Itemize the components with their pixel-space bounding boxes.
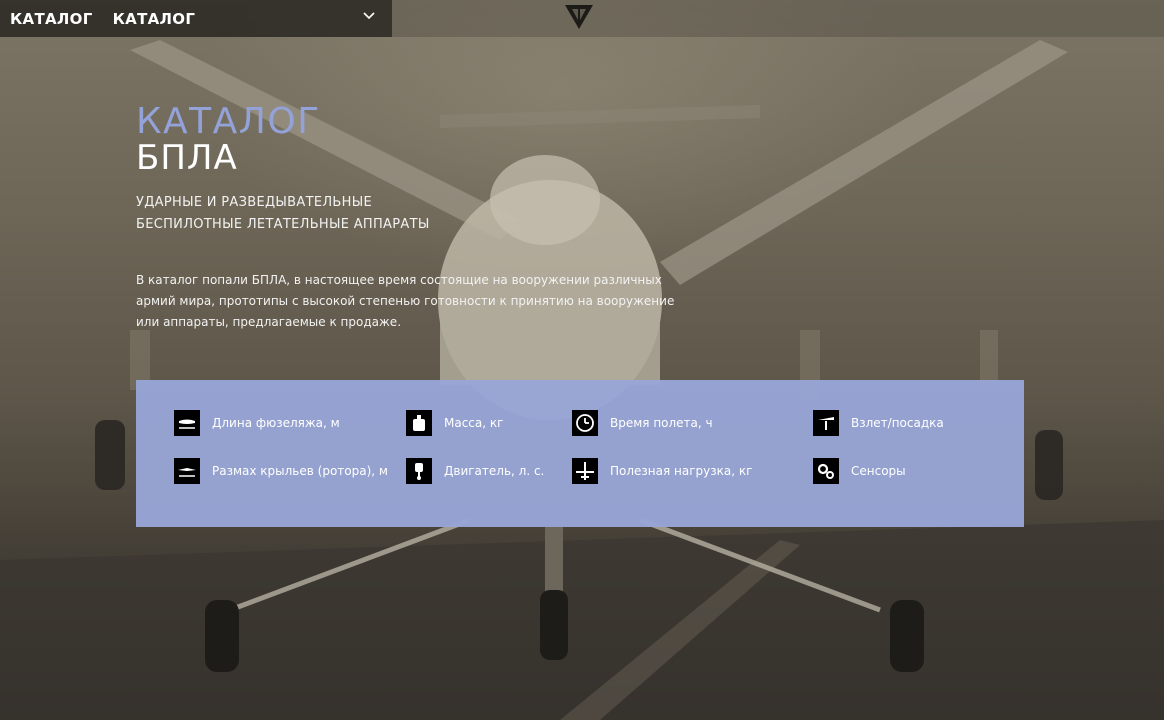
legend-label: Масса, кг bbox=[444, 416, 504, 430]
subtitle-line: БЕСПИЛОТНЫЕ ЛЕТАТЕЛЬНЫЕ АППАРАТЫ bbox=[136, 217, 430, 232]
engine-icon bbox=[406, 458, 432, 484]
subtitle-line: УДАРНЫЕ И РАЗВЕДЫВАТЕЛЬНЫЕ bbox=[136, 195, 373, 210]
nav-title-primary[interactable]: КАТАЛОГ bbox=[10, 10, 93, 28]
legend-label: Взлет/посадка bbox=[851, 416, 944, 430]
chevron-down-icon[interactable] bbox=[362, 9, 376, 23]
legend-item-payload: Полезная нагрузка, кг bbox=[572, 457, 752, 485]
payload-icon bbox=[572, 458, 598, 484]
legend-label: Время полета, ч bbox=[610, 416, 713, 430]
page-title-bpla: БПЛА bbox=[136, 138, 238, 178]
wingspan-icon bbox=[174, 458, 200, 484]
legend-item-takeoff-landing: Взлет/посадка bbox=[813, 409, 944, 437]
legend-item-fuselage-length: Длина фюзеляжа, м bbox=[174, 409, 340, 437]
legend-label: Полезная нагрузка, кг bbox=[610, 464, 753, 478]
description-line: или аппараты, предлагаемые к продаже. bbox=[136, 315, 402, 329]
sensors-icon bbox=[813, 458, 839, 484]
legend-panel: Длина фюзеляжа, м Масса, кг Время полета… bbox=[136, 380, 1024, 527]
top-bar: КАТАЛОГ КАТАЛОГ bbox=[0, 0, 1164, 37]
clock-icon bbox=[572, 410, 598, 436]
legend-item-weight: Масса, кг bbox=[406, 409, 503, 437]
legend-label: Двигатель, л. с. bbox=[444, 464, 545, 478]
weight-icon bbox=[406, 410, 432, 436]
fuselage-length-icon bbox=[174, 410, 200, 436]
triangle-logo-icon[interactable] bbox=[564, 2, 594, 30]
legend-label: Длина фюзеляжа, м bbox=[212, 416, 340, 430]
description-line: В каталог попали БПЛА, в настоящее время… bbox=[136, 273, 662, 287]
nav-title-secondary[interactable]: КАТАЛОГ bbox=[113, 10, 196, 28]
legend-item-flight-time: Время полета, ч bbox=[572, 409, 713, 437]
legend-label: Сенсоры bbox=[851, 464, 906, 478]
catalog-description: В каталог попали БПЛА, в настоящее время… bbox=[136, 270, 696, 333]
takeoff-landing-icon bbox=[813, 410, 839, 436]
page-subtitle: УДАРНЫЕ И РАЗВЕДЫВАТЕЛЬНЫЕ БЕСПИЛОТНЫЕ Л… bbox=[136, 192, 430, 236]
legend-item-sensors: Сенсоры bbox=[813, 457, 906, 485]
legend-item-engine: Двигатель, л. с. bbox=[406, 457, 544, 485]
description-line: армий мира, прототипы с высокой степенью… bbox=[136, 294, 675, 308]
legend-item-wingspan: Размах крыльев (ротора), м bbox=[174, 457, 388, 485]
legend-label: Размах крыльев (ротора), м bbox=[212, 464, 388, 478]
catalog-nav[interactable]: КАТАЛОГ КАТАЛОГ bbox=[0, 0, 392, 37]
